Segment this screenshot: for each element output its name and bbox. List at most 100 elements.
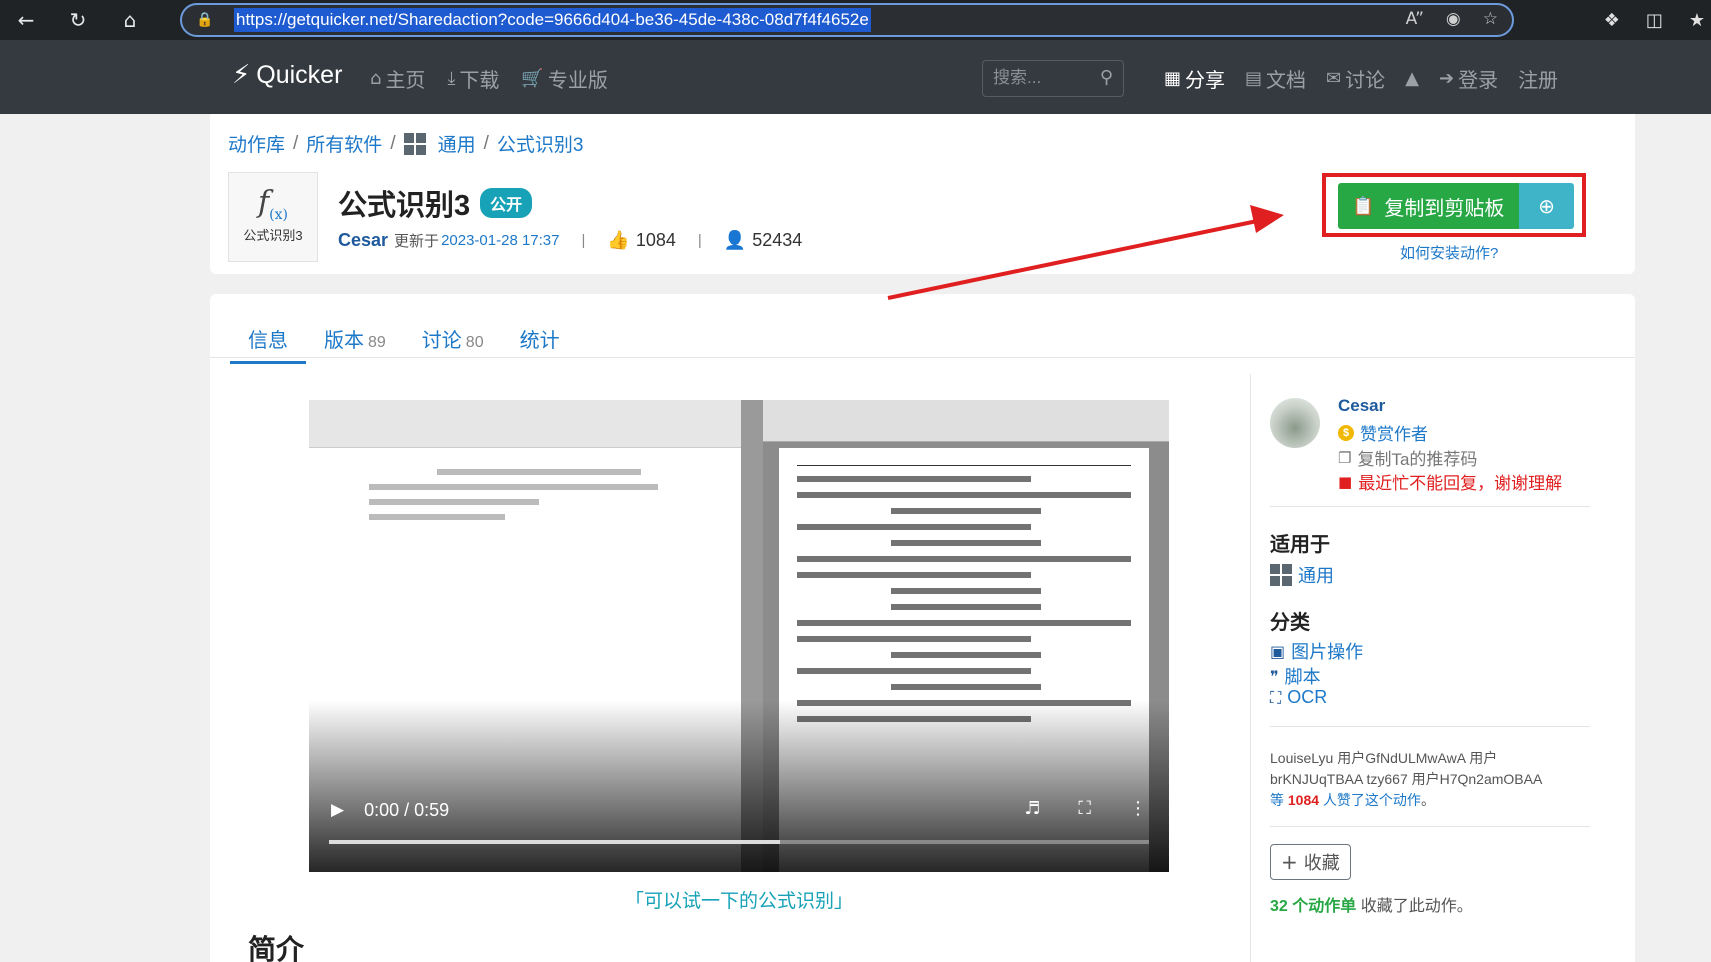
category-ocr[interactable]: ⛶ OCR [1270, 687, 1327, 708]
sponsor-author-link[interactable]: $ 赞赏作者 [1338, 420, 1428, 445]
docs-icon: ▤ [1245, 68, 1263, 89]
video-time: 0:00 / 0:59 [364, 799, 450, 820]
play-icon[interactable]: ▶ [331, 800, 344, 820]
search-input[interactable] [983, 61, 1083, 94]
favorites-icon[interactable]: ★ [1689, 10, 1705, 31]
video-caption: 「可以试一下的公式识别」 [624, 891, 853, 912]
likers-link[interactable]: 人赞了这个动作 [1323, 792, 1421, 808]
author-notice: ■ 最近忙不能回复，谢谢理解 [1338, 472, 1563, 494]
coin-icon: $ [1338, 424, 1354, 441]
action-icon: f(x) 公式识别3 [228, 172, 318, 262]
action-detail-card: 信息 版本 89 讨论 80 统计 ▶ 0:00 / 0:59 ♬ ⛶ ⋮ 「可… [210, 294, 1635, 962]
formula-icon: f(x) [258, 185, 288, 223]
updated-date: 2023-01-28 17:37 [441, 232, 560, 249]
applies-to-general[interactable]: 通用 [1270, 562, 1334, 588]
extensions-icon[interactable]: ❖ [1604, 10, 1620, 31]
nav-register[interactable]: 注册 [1518, 64, 1558, 93]
tracking-icon[interactable]: ◉ [1446, 9, 1461, 29]
more-options-icon[interactable]: ⋮ [1129, 798, 1147, 819]
search-box: ⚲ [982, 60, 1124, 97]
home-icon[interactable]: ⌂ [104, 0, 156, 40]
comment-icon: ■ [1338, 472, 1353, 491]
login-icon: ➔ [1438, 68, 1455, 89]
updated-label: 更新于 [394, 233, 440, 250]
copy-to-clipboard-button[interactable]: 📋 复制到剪贴板 [1338, 183, 1519, 229]
category-image-ops[interactable]: ▣ 图片操作 [1270, 638, 1363, 664]
nav-share[interactable]: ▦ 分享 [1164, 64, 1225, 93]
category-script[interactable]: ❞ 脚本 [1270, 663, 1321, 689]
breadcrumb-all-software[interactable]: 所有软件 [306, 130, 382, 157]
nav-home[interactable]: ⌂ 主页 [370, 64, 425, 93]
brand-name: Quicker [256, 60, 343, 89]
favorite-star-icon[interactable]: ☆ [1483, 9, 1498, 29]
read-aloud-icon[interactable]: A” [1406, 9, 1424, 29]
category-heading: 分类 [1270, 612, 1310, 634]
breadcrumb-current[interactable]: 公式识别3 [497, 130, 584, 157]
nav-pro[interactable]: 🛒 专业版 [521, 64, 607, 93]
nav-discuss[interactable]: ✉ 讨论 [1326, 64, 1385, 93]
tab-divider [210, 357, 1635, 358]
copy-referral-link[interactable]: ❐ 复制Ta的推荐码 [1338, 445, 1477, 470]
copy-icon: ❐ [1338, 448, 1352, 467]
image-icon: ▣ [1270, 641, 1286, 661]
url-text[interactable]: https://getquicker.net/Sharedaction?code… [234, 8, 871, 32]
action-title-row: 公式识别3 公开 [338, 182, 533, 224]
zoom-preview-button[interactable]: ⊕ [1519, 183, 1574, 229]
action-meta: Cesar 更新于 2023-01-28 17:37 | 👍 1084 | 👤 … [338, 230, 803, 251]
comments-icon: ✉ [1326, 68, 1342, 89]
public-badge: 公开 [480, 188, 533, 218]
fullscreen-icon[interactable]: ⛶ [1078, 798, 1091, 819]
tab-info[interactable]: 信息 [230, 324, 306, 364]
home-icon: ⌂ [370, 68, 382, 89]
breadcrumb-action-library[interactable]: 动作库 [228, 130, 285, 157]
nav-docs[interactable]: ▤ 文档 [1245, 64, 1306, 93]
user-icon: 👤 [723, 230, 747, 251]
liker-count: 1084 [1287, 792, 1320, 808]
favorite-summary: 32 个动作单 收藏了此动作。 [1270, 898, 1473, 915]
clipboard-icon: 📋 [1352, 195, 1375, 217]
favorite-button[interactable]: + 收藏 [1270, 844, 1351, 880]
back-icon[interactable]: ← [0, 0, 52, 40]
intro-heading: 简介 [248, 934, 305, 962]
tab-stats[interactable]: 统计 [502, 324, 578, 364]
video-progress-bar[interactable] [329, 840, 1149, 844]
reload-icon[interactable]: ↻ [52, 0, 104, 40]
scan-icon: ⛶ [1270, 687, 1282, 707]
tab-versions[interactable]: 版本 89 [306, 324, 404, 364]
lightning-icon: ⚡ [232, 60, 251, 90]
cart-icon: 🛒 [521, 68, 544, 89]
sidebar-author-name[interactable]: Cesar [1338, 396, 1385, 416]
user-count: 52434 [752, 230, 803, 250]
page-scrollbar[interactable] [1703, 114, 1711, 962]
action-icon-caption: 公式识别3 [243, 228, 303, 243]
share-grid-icon: ▦ [1164, 68, 1182, 89]
nav-login[interactable]: ➔ 登录 [1439, 64, 1498, 93]
thumbs-up-icon[interactable]: 👍 [607, 230, 629, 251]
detail-tabs: 信息 版本 89 讨论 80 统计 [230, 324, 578, 364]
breadcrumb-general[interactable]: 通用 [438, 130, 476, 157]
site-logo[interactable]: ⚡ Quicker [232, 60, 342, 90]
applies-to-heading: 适用于 [1270, 534, 1330, 556]
author-link[interactable]: Cesar [338, 230, 388, 251]
favorite-lists-link[interactable]: 32 个动作单 [1270, 898, 1356, 915]
search-icon[interactable]: ⚲ [1100, 67, 1113, 88]
tab-discussion[interactable]: 讨论 80 [404, 324, 502, 364]
grid-icon [1270, 564, 1292, 586]
nav-shirt[interactable]: ▲ [1405, 64, 1419, 93]
video-progress-fill [329, 840, 780, 844]
avatar[interactable] [1270, 398, 1320, 448]
breadcrumb: 动作库 / 所有软件 / 通用 / 公式识别3 [228, 130, 583, 157]
demo-video[interactable]: ▶ 0:00 / 0:59 ♬ ⛶ ⋮ [309, 400, 1169, 872]
site-navbar: ⚡ Quicker ⌂主页 ⤓下载 🛒专业版 ⚲ ▦分享 ▤文档 ✉讨论 ▲ ➔… [0, 40, 1711, 114]
video-controls: ▶ 0:00 / 0:59 ♬ ⛶ ⋮ [309, 790, 1169, 830]
browser-toolbar: ← ↻ ⌂ 🔒 https://getquicker.net/Sharedact… [0, 0, 1711, 40]
like-count: 1084 [635, 230, 676, 250]
zoom-in-icon: ⊕ [1538, 194, 1555, 218]
split-screen-icon[interactable]: ◫ [1646, 10, 1663, 31]
how-to-install-link[interactable]: 如何安装动作? [1400, 242, 1498, 263]
volume-icon[interactable]: ♬ [1024, 798, 1040, 819]
nav-download[interactable]: ⤓ 下载 [447, 64, 499, 93]
likers-list: LouiseLyu 用户GfNdULMwAwA 用户 brKNJUqTBAA t… [1270, 750, 1543, 808]
grid-icon [403, 132, 426, 155]
address-bar[interactable]: 🔒 https://getquicker.net/Sharedaction?co… [180, 3, 1514, 37]
